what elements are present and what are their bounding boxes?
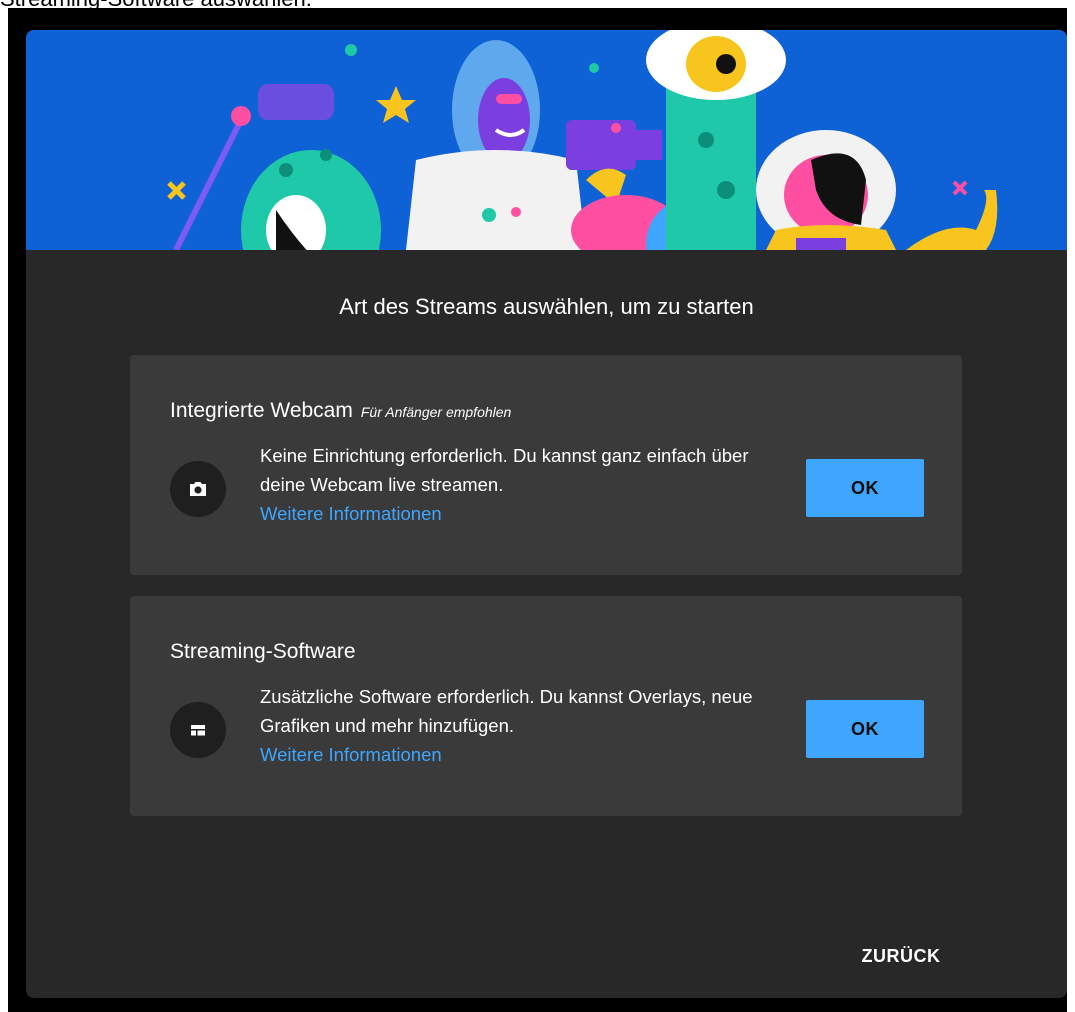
option-description: Keine Einrichtung erforderlich. Du kanns…: [260, 441, 760, 528]
banner-illustration: [26, 30, 1067, 250]
option-description-text: Keine Einrichtung erforderlich. Du kanns…: [260, 445, 749, 495]
dialog-heading: Art des Streams auswählen, um zu starten: [339, 294, 754, 319]
layout-icon: [170, 702, 226, 758]
option-title-text: Streaming-Software: [170, 640, 356, 663]
banner-artwork: [26, 30, 1067, 250]
back-button[interactable]: ZURÜCK: [846, 938, 956, 974]
option-title-text: Integrierte Webcam: [170, 399, 353, 422]
learn-more-link[interactable]: Weitere Informationen: [260, 499, 760, 528]
camera-icon: [170, 461, 226, 517]
option-card-webcam: Integrierte Webcam Für Anfänger empfohlen…: [130, 355, 962, 575]
streaming-software-ok-button[interactable]: OK: [806, 700, 924, 758]
option-title: Streaming-Software: [170, 640, 356, 664]
option-description-text: Zusätzliche Software erforderlich. Du ka…: [260, 686, 753, 736]
learn-more-link[interactable]: Weitere Informationen: [260, 740, 760, 769]
option-title: Integrierte Webcam Für Anfänger empfohlen: [170, 399, 511, 423]
option-subtitle: Für Anfänger empfohlen: [360, 404, 512, 420]
webcam-ok-button[interactable]: OK: [806, 459, 924, 517]
option-description: Zusätzliche Software erforderlich. Du ka…: [260, 682, 760, 769]
option-card-streaming-software: Streaming-Software Zusätzliche Software …: [130, 596, 962, 816]
stream-type-dialog: Art des Streams auswählen, um zu starten…: [26, 30, 1067, 998]
